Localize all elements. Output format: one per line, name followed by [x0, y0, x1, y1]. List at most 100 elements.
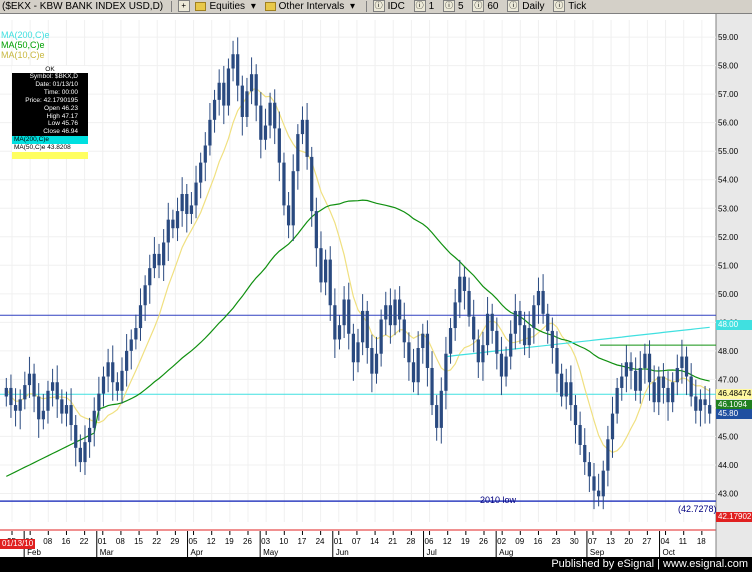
x-tick-label: 24	[316, 537, 325, 546]
data-ma10	[12, 152, 88, 160]
candle-body	[708, 405, 712, 414]
x-tick-label: 15	[134, 537, 143, 546]
candle-body	[217, 82, 221, 100]
candle-body	[439, 390, 443, 428]
candle-body	[203, 145, 207, 163]
date-tag: 01/13/10	[0, 539, 36, 549]
candle-body	[467, 290, 471, 317]
data-row: Close 46.94	[43, 128, 78, 136]
candle-body	[597, 490, 601, 497]
price-chart[interactable]: 43.0044.0045.0046.0047.0048.0049.0050.00…	[0, 14, 752, 557]
interval-tick-button[interactable]: ⓘ Tick	[553, 0, 589, 13]
x-tick-label: 28	[406, 537, 415, 546]
candle-body	[601, 470, 605, 497]
interval-idc-button[interactable]: ⓘ IDC	[372, 0, 408, 13]
candle-body	[222, 82, 226, 106]
interval-60-button[interactable]: ⓘ 60	[472, 0, 501, 13]
x-tick-label: 23	[552, 537, 561, 546]
candle-body	[55, 382, 59, 400]
candle-body	[416, 348, 420, 383]
price-tag-cursor: 42.17902	[716, 511, 752, 522]
candle-body	[296, 134, 300, 172]
candle-body	[643, 353, 647, 368]
candle-body	[485, 313, 490, 346]
toolbar-item-other-intervals[interactable]: Other Intervals ▾	[264, 0, 358, 13]
candle-body	[83, 442, 87, 463]
x-tick-label: 26	[243, 537, 252, 546]
candle-body	[578, 425, 582, 445]
candle-body	[666, 387, 670, 403]
candle-body	[481, 345, 485, 363]
legend-ma10: MA(10,C)e	[1, 50, 45, 60]
candle-body	[249, 74, 254, 92]
candle-body	[509, 333, 513, 357]
data-window[interactable]: OK Symbol: $BKX,D Date: 01/13/10 Time: 0…	[12, 66, 88, 160]
candle-body	[569, 382, 573, 406]
candle-body	[689, 376, 693, 397]
candle-body	[328, 259, 332, 306]
candle-body	[606, 439, 610, 471]
candle-body	[134, 328, 138, 340]
data-ma50: MA(50,C)e 43.8208	[12, 144, 88, 153]
candle-body	[129, 339, 133, 351]
x-tick-label: 04	[661, 537, 670, 546]
data-window-header[interactable]: OK	[12, 66, 88, 73]
x-tick-label: 07	[352, 537, 361, 546]
interval-5-button[interactable]: ⓘ 5	[442, 0, 467, 13]
candle-body	[448, 328, 453, 354]
interval-daily-button[interactable]: ⓘ Daily	[507, 0, 547, 13]
toolbar-item-equities[interactable]: Equities ▾	[195, 0, 258, 13]
candle-body	[236, 54, 240, 86]
candle-body	[499, 353, 504, 377]
x-tick-label: 21	[388, 537, 397, 546]
legend-ma50: MA(50,C)e	[1, 40, 45, 50]
candle-body	[684, 356, 689, 377]
x-tick-label: 14	[370, 537, 379, 546]
candle-body	[333, 305, 337, 340]
y-tick-label: 56.00	[718, 119, 739, 128]
candle-body	[152, 253, 157, 269]
x-tick-label: 19	[461, 537, 470, 546]
candle-body	[550, 330, 554, 349]
candle-body	[50, 382, 55, 391]
candle-body	[472, 316, 476, 340]
candle-body	[27, 373, 32, 386]
x-tick-label: 07	[588, 537, 597, 546]
candle-body	[310, 156, 314, 212]
candle-body	[370, 348, 374, 374]
data-row: Low 45.76	[48, 120, 78, 128]
symbol-title: ($EKX - KBW BANK INDEX USD,D)	[2, 1, 164, 12]
y-tick-label: 47.00	[718, 375, 739, 384]
candle-body	[199, 162, 203, 183]
y-tick-label: 43.00	[718, 489, 739, 498]
candle-body	[592, 476, 596, 491]
data-row: High 47.17	[46, 112, 78, 120]
candle-body	[365, 310, 369, 349]
publisher-credit: Published by eSignal | www.esignal.com	[551, 558, 748, 570]
candle-body	[226, 68, 231, 106]
candle-body	[504, 356, 508, 377]
add-icon[interactable]: +	[177, 0, 190, 13]
candle-body	[18, 399, 22, 411]
footer-bar: Published by eSignal | www.esignal.com	[0, 557, 752, 572]
candle-body	[634, 370, 638, 391]
x-tick-label: 08	[43, 537, 52, 546]
candle-body	[162, 242, 166, 266]
candle-body	[384, 305, 388, 320]
candle-body	[314, 211, 318, 249]
candle-body	[453, 302, 457, 329]
month-label: May	[263, 548, 278, 557]
plot-background	[0, 14, 716, 557]
candle-body	[532, 305, 536, 329]
candle-body	[254, 74, 258, 106]
x-tick-label: 12	[443, 537, 452, 546]
candle-body	[555, 348, 559, 374]
data-row: Date: 01/13/10	[35, 80, 78, 88]
interval-1-button[interactable]: ⓘ 1	[413, 0, 438, 13]
x-tick-label: 16	[533, 537, 542, 546]
y-tick-label: 59.00	[718, 33, 739, 42]
candle-body	[661, 376, 666, 388]
candle-body	[106, 362, 110, 377]
candle-body	[60, 399, 64, 414]
x-tick-label: 06	[425, 537, 434, 546]
